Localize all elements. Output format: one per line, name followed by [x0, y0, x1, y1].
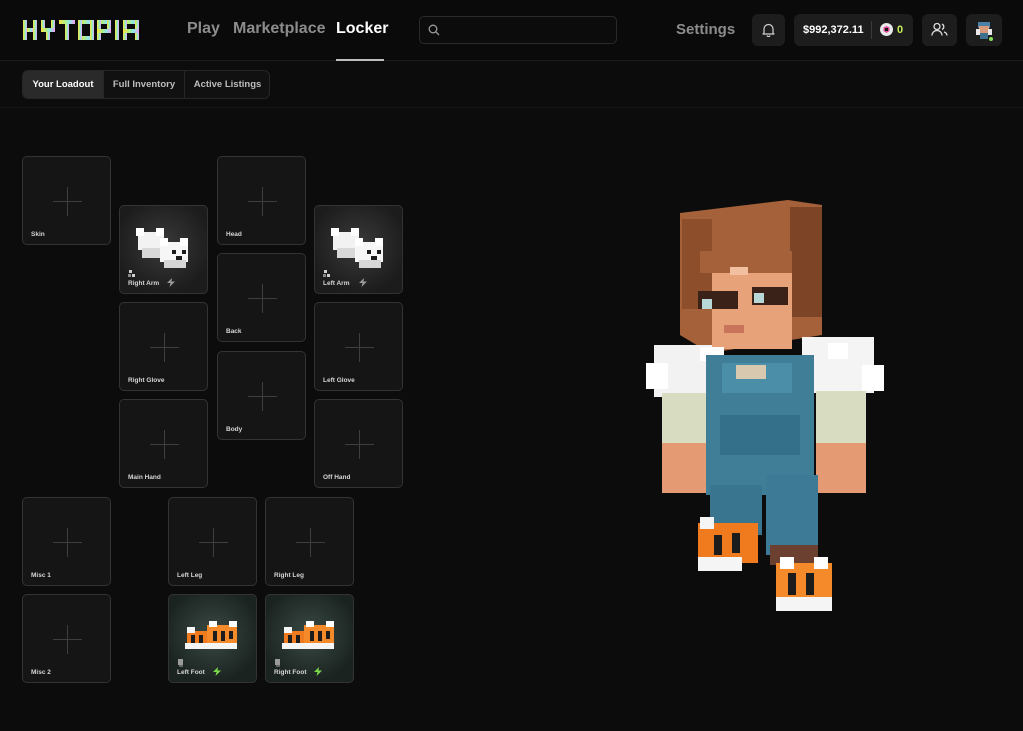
plus-icon-vertical	[310, 528, 311, 557]
nav-marketplace[interactable]: Marketplace	[233, 20, 326, 38]
slot-label: Body	[226, 426, 243, 433]
coin-icon	[880, 23, 893, 36]
tiger-slipper-item-icon	[282, 621, 334, 649]
top-bar: Play Marketplace Locker Settings $992,37…	[0, 0, 1023, 61]
slot-head[interactable]: Head	[217, 156, 306, 245]
slot-label: Right Leg	[274, 572, 304, 579]
slot-label: Main Hand	[128, 474, 161, 481]
wallet-divider	[871, 21, 872, 39]
online-status-dot	[988, 36, 994, 42]
slot-right-leg[interactable]: Right Leg	[265, 497, 354, 586]
coin-count: 0	[897, 24, 904, 36]
slot-right-arm[interactable]: Right Arm	[119, 205, 208, 294]
locker-tabs: Your Loadout Full Inventory Active Listi…	[22, 70, 270, 99]
plus-icon-vertical	[262, 284, 263, 313]
settings-link[interactable]: Settings	[676, 21, 735, 38]
hytopia-logo[interactable]	[23, 20, 153, 40]
slot-label: Right Glove	[128, 377, 165, 384]
slot-label: Right Foot	[274, 669, 307, 676]
item-rarity-icon	[323, 270, 330, 277]
plus-icon-vertical	[67, 187, 68, 216]
slot-misc-2[interactable]: Misc 2	[22, 594, 111, 683]
slot-left-foot[interactable]: Left Foot	[168, 594, 257, 683]
search-icon	[428, 24, 440, 36]
slot-off-hand[interactable]: Off Hand	[314, 399, 403, 488]
white-bear-arm-item-icon	[331, 228, 383, 268]
users-icon	[931, 22, 948, 36]
plus-icon-vertical	[67, 528, 68, 557]
slot-misc-1[interactable]: Misc 1	[22, 497, 111, 586]
slot-label: Left Foot	[177, 669, 205, 676]
slot-label: Misc 2	[31, 669, 51, 676]
lightning-icon	[359, 278, 367, 287]
friends-button[interactable]	[922, 14, 957, 46]
balance-amount: $992,372.11	[803, 24, 864, 36]
plus-icon-vertical	[164, 333, 165, 362]
plus-icon-vertical	[67, 625, 68, 654]
plus-icon-vertical	[164, 430, 165, 459]
search-box[interactable]	[419, 16, 617, 44]
search-input[interactable]	[448, 20, 608, 40]
lightning-icon	[314, 667, 322, 676]
slot-main-hand[interactable]: Main Hand	[119, 399, 208, 488]
bell-icon	[762, 23, 775, 37]
plus-icon-vertical	[213, 528, 214, 557]
plus-icon-vertical	[262, 382, 263, 411]
slot-back[interactable]: Back	[217, 253, 306, 342]
profile-avatar-button[interactable]	[966, 14, 1002, 46]
slot-label: Skin	[31, 231, 45, 238]
slot-body[interactable]: Body	[217, 351, 306, 440]
slot-label: Misc 1	[31, 572, 51, 579]
slot-label: Back	[226, 328, 242, 335]
nav-locker[interactable]: Locker	[336, 20, 388, 38]
white-bear-arm-item-icon	[136, 228, 188, 268]
tab-your-loadout[interactable]: Your Loadout	[23, 71, 103, 98]
slot-left-arm[interactable]: Left Arm	[314, 205, 403, 294]
slot-skin[interactable]: Skin	[22, 156, 111, 245]
plus-icon-vertical	[359, 333, 360, 362]
plus-icon-vertical	[262, 187, 263, 216]
nav-active-indicator	[336, 59, 384, 61]
tiger-slipper-item-icon	[185, 621, 237, 649]
tab-active-listings[interactable]: Active Listings	[185, 71, 270, 98]
item-rarity-icon	[128, 270, 135, 277]
lightning-icon	[167, 278, 175, 287]
notifications-button[interactable]	[752, 14, 785, 46]
slot-label: Off Hand	[323, 474, 351, 481]
slot-left-leg[interactable]: Left Leg	[168, 497, 257, 586]
character-preview[interactable]	[640, 195, 900, 625]
slot-label: Left Leg	[177, 572, 203, 579]
lightning-icon	[213, 667, 221, 676]
item-rarity-icon	[275, 659, 280, 667]
section-divider	[0, 107, 1023, 108]
slot-label: Head	[226, 231, 242, 238]
slot-right-foot[interactable]: Right Foot	[265, 594, 354, 683]
slot-label: Right Arm	[128, 280, 160, 287]
slot-label: Left Arm	[323, 280, 350, 287]
tab-full-inventory[interactable]: Full Inventory	[104, 71, 184, 98]
slot-left-glove[interactable]: Left Glove	[314, 302, 403, 391]
nav-play[interactable]: Play	[187, 20, 220, 38]
slot-right-glove[interactable]: Right Glove	[119, 302, 208, 391]
plus-icon-vertical	[359, 430, 360, 459]
item-rarity-icon	[178, 659, 183, 667]
slot-label: Left Glove	[323, 377, 355, 384]
